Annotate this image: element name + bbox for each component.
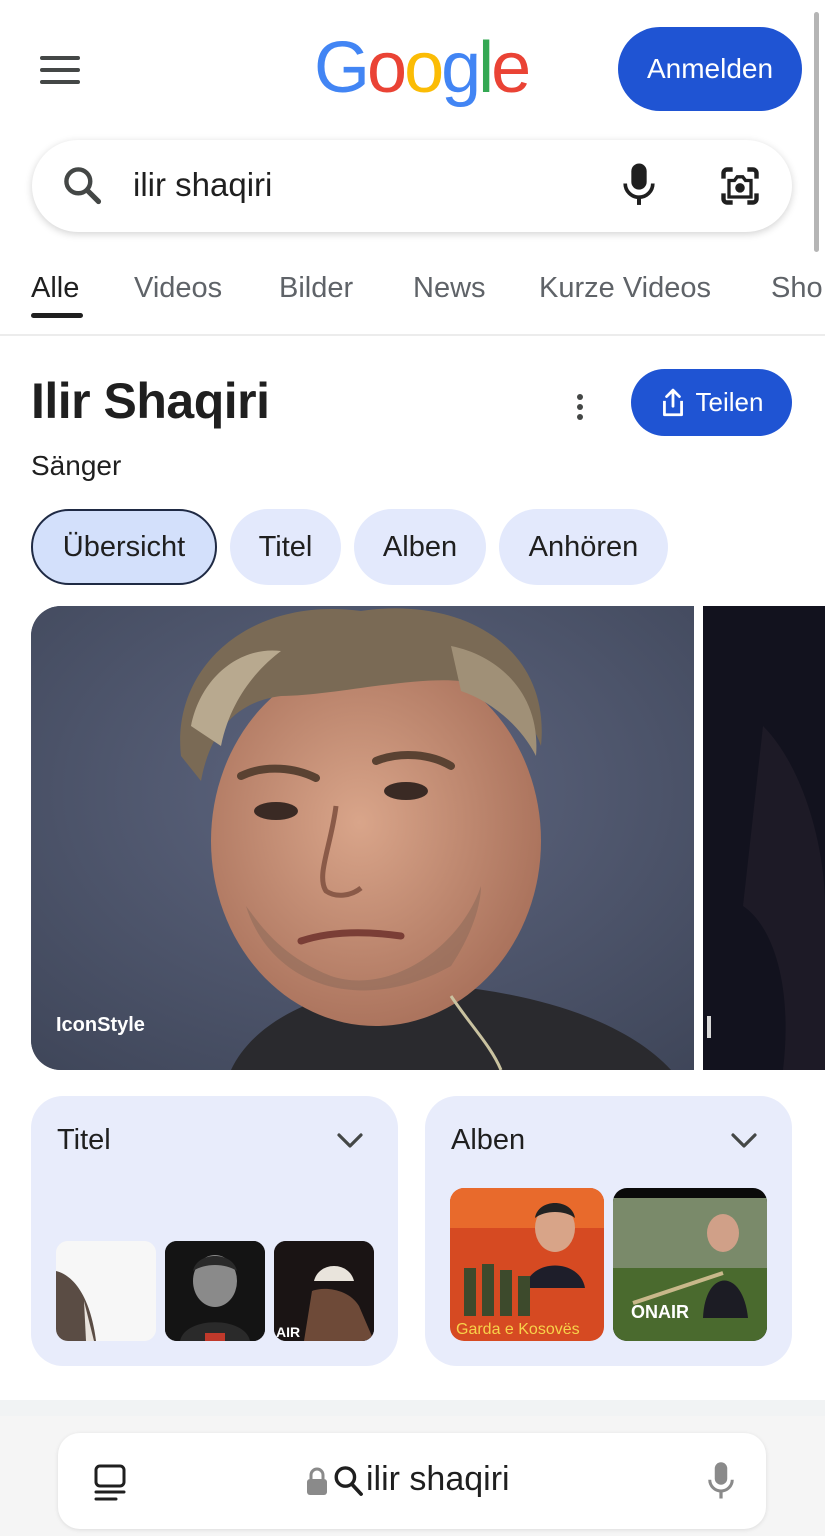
chip-albums[interactable]: Alben <box>354 509 486 585</box>
image-credit: IconStyle <box>56 1014 145 1036</box>
thumbnail-illustration <box>165 1241 265 1341</box>
albums-card-title: Alben <box>451 1124 526 1156</box>
artist-photo-2[interactable] <box>703 606 825 1070</box>
tab-short-videos[interactable]: Kurze Videos <box>539 272 711 305</box>
track-thumbnail[interactable]: AIR <box>274 1241 374 1341</box>
chip-listen[interactable]: Anhören <box>499 509 668 585</box>
chip-titles[interactable]: Titel <box>230 509 341 585</box>
google-logo[interactable]: Google <box>314 28 531 108</box>
album-cover[interactable]: ONAIR <box>613 1188 767 1341</box>
entity-subtitle: Sänger <box>31 450 122 481</box>
logo-letter: o <box>367 28 407 108</box>
more-options-icon[interactable] <box>570 390 590 424</box>
lock-icon <box>307 1467 327 1495</box>
tab-videos[interactable]: Videos <box>134 272 222 305</box>
portrait-illustration <box>31 606 694 1070</box>
albums-card[interactable]: Alben Garda e Kosovës ONAIR <box>425 1096 792 1366</box>
share-label: Teilen <box>695 387 764 417</box>
photo-2-illustration <box>703 606 825 1070</box>
search-input[interactable]: ilir shaqiri <box>133 166 272 204</box>
tab-overview-icon[interactable] <box>92 1463 128 1503</box>
google-lens-icon[interactable] <box>718 164 762 208</box>
search-icon <box>334 1466 363 1496</box>
chevron-down-icon[interactable] <box>730 1132 758 1150</box>
microphone-icon[interactable] <box>620 162 658 208</box>
search-icon[interactable] <box>60 163 104 207</box>
separator <box>0 1400 825 1416</box>
tab-shopping[interactable]: Sho <box>771 272 823 305</box>
artist-photo[interactable] <box>31 606 694 1070</box>
titles-card-title: Titel <box>57 1124 111 1156</box>
tab-all[interactable]: Alle <box>31 272 79 305</box>
album-cover-illustration: ONAIR <box>613 1188 767 1341</box>
active-tab-indicator <box>31 313 83 318</box>
scrollbar[interactable] <box>814 12 819 252</box>
track-thumbnail[interactable] <box>165 1241 265 1341</box>
logo-letter: l <box>478 28 494 108</box>
thumbnail-illustration <box>56 1241 156 1341</box>
tab-news[interactable]: News <box>413 272 486 305</box>
titles-card[interactable]: Titel AIR <box>31 1096 398 1366</box>
menu-icon[interactable] <box>40 56 80 84</box>
thumbnail-illustration: AIR <box>274 1241 374 1341</box>
share-button[interactable]: Teilen <box>631 369 792 436</box>
share-icon <box>662 388 683 416</box>
album-label: Garda e Kosovës <box>456 1321 580 1338</box>
logo-letter: g <box>441 28 481 108</box>
logo-letter: e <box>491 28 531 108</box>
album-cover-illustration: Garda e Kosovës <box>450 1188 604 1341</box>
album-cover[interactable]: Garda e Kosovës <box>450 1188 604 1341</box>
chip-overview[interactable]: Übersicht <box>31 509 217 585</box>
thumbnail-label: AIR <box>276 1324 300 1340</box>
logo-letter: o <box>404 28 444 108</box>
tab-images[interactable]: Bilder <box>279 272 353 305</box>
microphone-icon[interactable] <box>706 1460 736 1502</box>
logo-letter: G <box>314 28 370 108</box>
entity-title: Ilir Shaqiri <box>31 373 270 429</box>
chevron-down-icon[interactable] <box>336 1132 364 1150</box>
search-tabs: Alle Videos Bilder News Kurze Videos Sho <box>0 266 825 336</box>
signin-button[interactable]: Anmelden <box>618 27 802 111</box>
track-thumbnail[interactable] <box>56 1241 156 1341</box>
album-label: ONAIR <box>631 1302 689 1322</box>
address-bar-text[interactable]: ilir shaqiri <box>366 1460 510 1499</box>
